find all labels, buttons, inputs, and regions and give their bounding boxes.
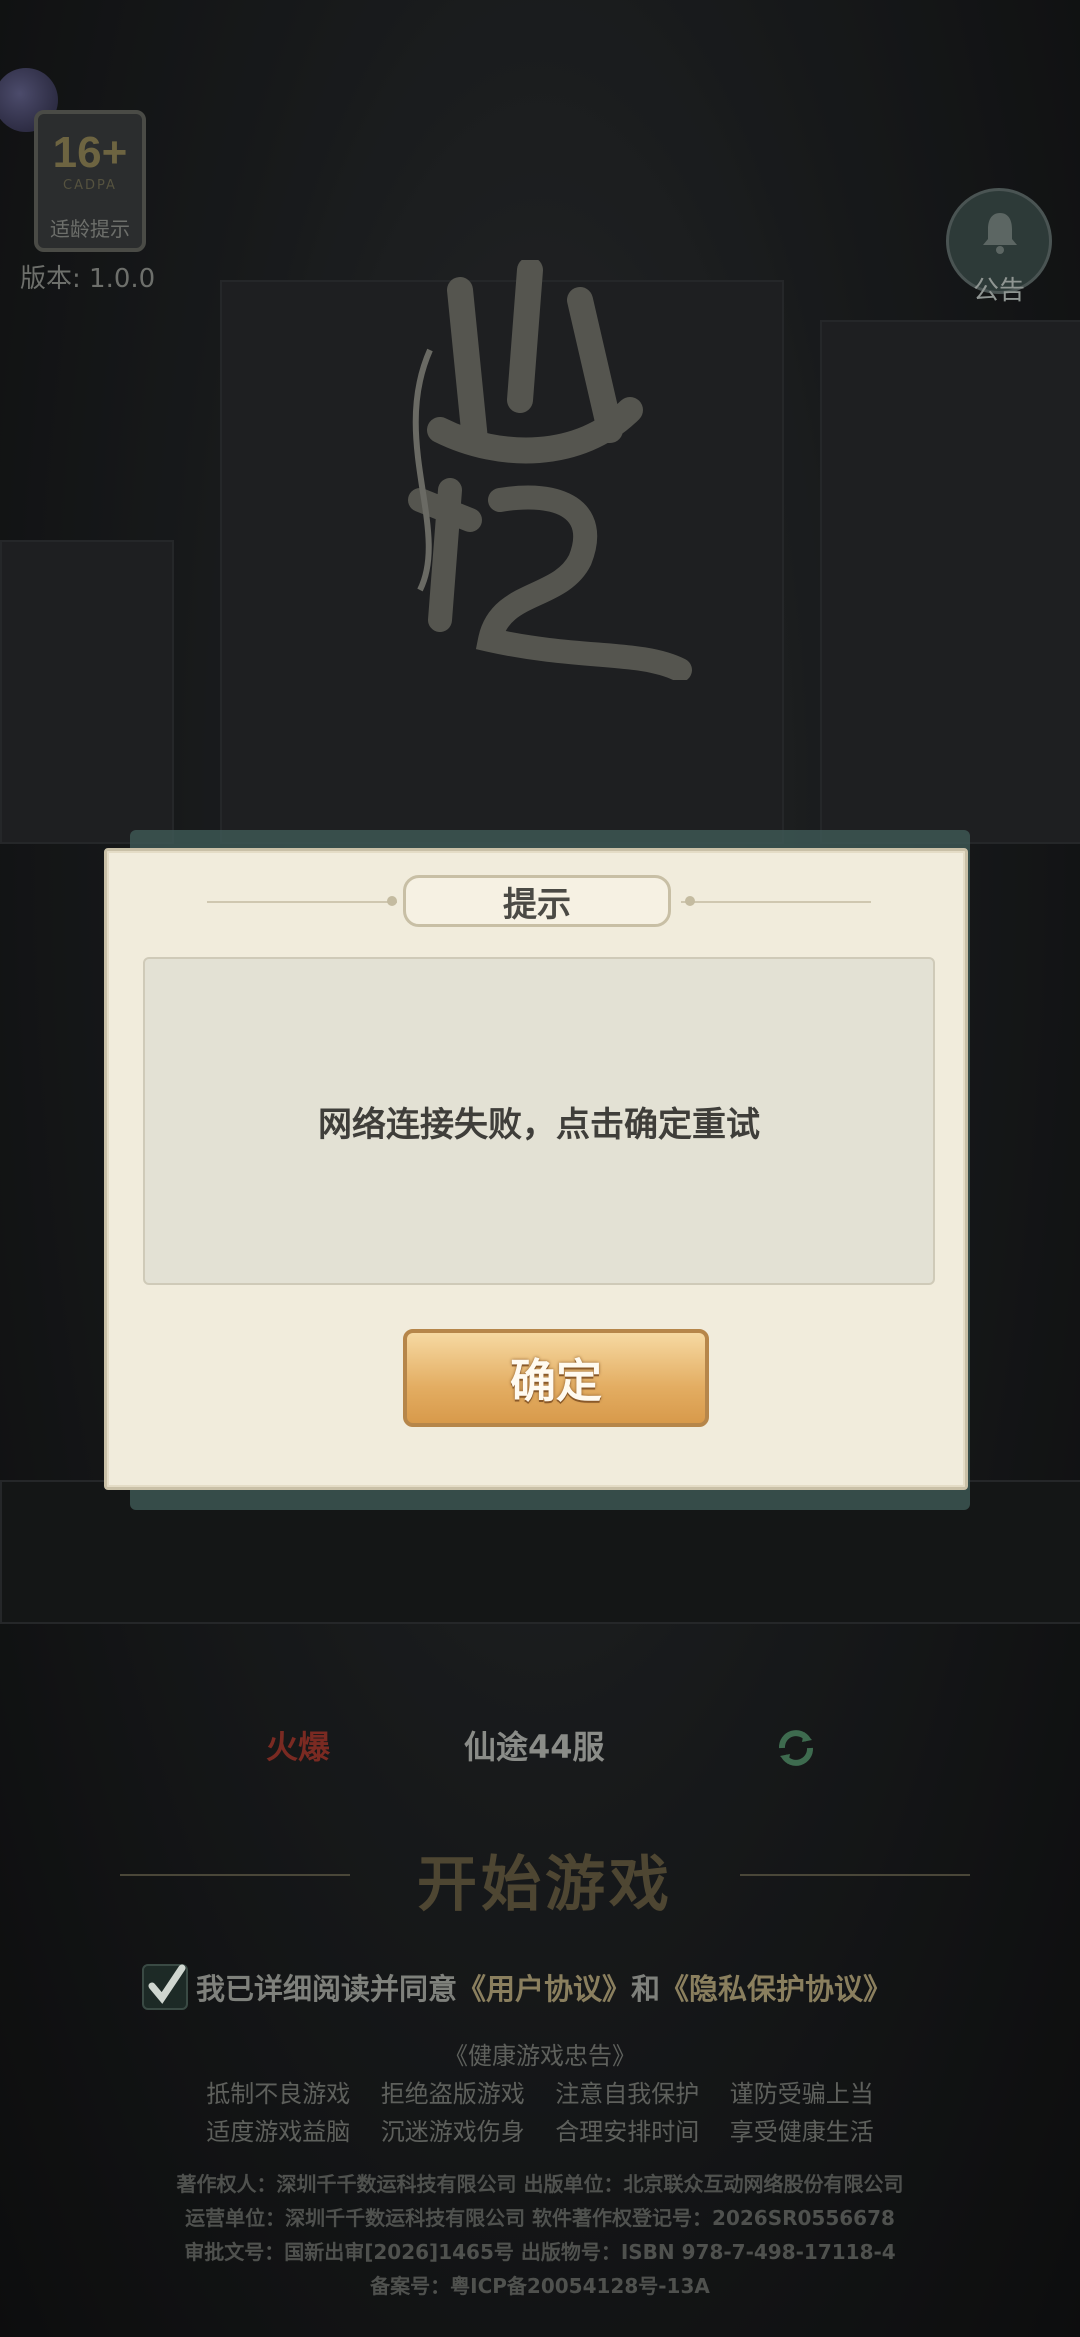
health-notice-title: 《健康游戏忠告》 — [444, 2042, 636, 2070]
version-label: 版本: 1.0.0 — [20, 264, 156, 294]
notice-button[interactable]: 公告 — [946, 0, 1052, 310]
confirm-button[interactable]: 确定 — [403, 1329, 709, 1427]
legal-line: 著作权人：深圳千千数运科技有限公司 出版单位：北京联众互动网络股份有限公司 — [176, 2172, 904, 2196]
start-game-button[interactable]: 开始游戏 — [380, 1836, 710, 1926]
title-ornament-left — [387, 896, 397, 906]
health-notice-line: 适度游戏益脑 沉迷游戏伤身 合理安排时间 享受健康生活 — [206, 2118, 874, 2146]
agreement-checkbox[interactable] — [142, 1964, 188, 2010]
dialog-message: 网络连接失败，点击确定重试 — [318, 1104, 760, 1145]
age-rating-org: CADPA — [63, 178, 117, 193]
server-selector[interactable]: 火爆 仙途44服 — [200, 1716, 880, 1776]
agreement-prefix: 我已详细阅读并同意 — [196, 1972, 458, 2006]
notice-label: 公告 — [972, 276, 1025, 306]
alert-dialog: 提示 网络连接失败，点击确定重试 确定 — [104, 848, 968, 1490]
legal-line: 备案号：粤ICP备20054128号-13A — [370, 2274, 710, 2298]
title-ornament-right — [685, 896, 695, 906]
dialog-title: 提示 — [403, 875, 671, 927]
dialog-message-box: 网络连接失败，点击确定重试 — [143, 957, 935, 1285]
privacy-agreement-link[interactable]: 《隐私保护协议》 — [660, 1966, 892, 2008]
bell-icon — [983, 213, 1017, 254]
agreement-row: 我已详细阅读并同意 《用户协议》 和 《隐私保护协议》 — [142, 1962, 892, 2012]
server-hot-tag: 火爆 — [266, 1728, 331, 1766]
agreement-and: 和 — [631, 1972, 661, 2006]
legal-line: 运营单位：深圳千千数运科技有限公司 软件著作权登记号：2026SR0556678 — [185, 2206, 895, 2230]
refresh-icon[interactable] — [774, 1726, 818, 1770]
age-rating-badge[interactable]: 16+ CADPA 适龄提示 — [34, 110, 146, 252]
legal-line: 审批文号：国新出审[2026]1465号 出版物号：ISBN 978-7-498… — [184, 2240, 896, 2264]
title-divider-left — [207, 901, 397, 903]
game-logo-calligraphy — [408, 260, 692, 680]
age-rating-number: 16+ — [52, 128, 128, 177]
server-name: 仙途44服 — [464, 1728, 605, 1766]
age-tip-label: 适龄提示 — [50, 217, 130, 241]
start-divider-right — [740, 1874, 970, 1876]
health-notice-line: 抵制不良游戏 拒绝盗版游戏 注意自我保护 谨防受骗上当 — [206, 2080, 874, 2108]
title-divider-right — [681, 901, 871, 903]
checkmark-icon — [148, 1964, 186, 2004]
user-agreement-link[interactable]: 《用户协议》 — [457, 1966, 631, 2008]
start-divider-left — [120, 1874, 350, 1876]
